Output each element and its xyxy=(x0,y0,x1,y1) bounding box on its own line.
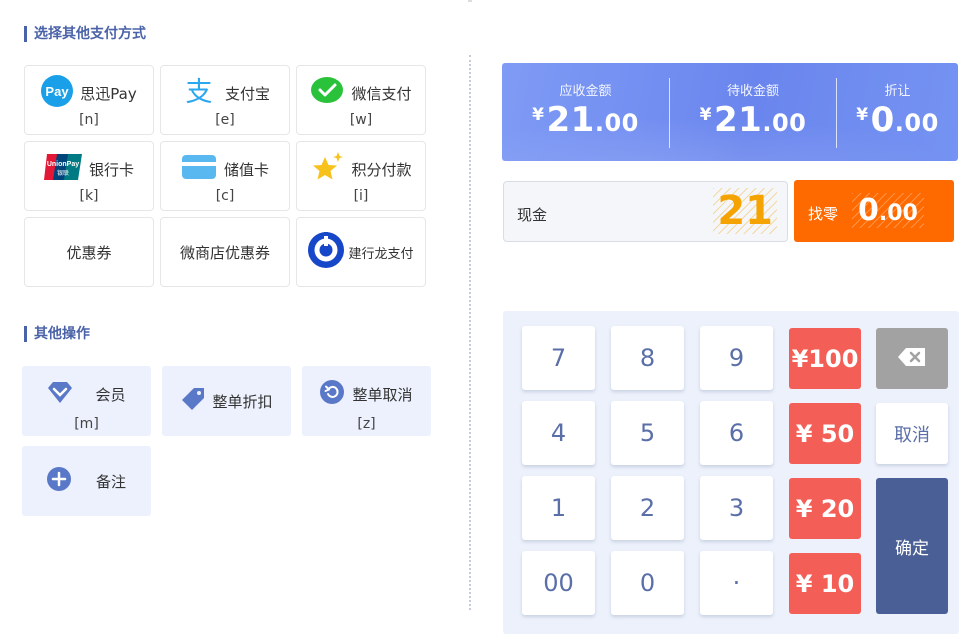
svg-text:银联: 银联 xyxy=(57,169,69,177)
receivable-value: ¥21.00 xyxy=(532,100,639,140)
pay-storedcard-button[interactable]: 储值卡 [c] xyxy=(160,141,290,211)
stored-card-icon xyxy=(181,154,217,184)
alipay-icon: 支 xyxy=(180,76,218,110)
member-diamond-icon xyxy=(47,379,73,409)
pay-bankcard-button[interactable]: UnionPay 银联 银行卡 [k] xyxy=(24,141,154,211)
svg-text:支: 支 xyxy=(185,77,212,106)
top-handle xyxy=(468,0,472,2)
cash-value: 21 xyxy=(713,188,777,234)
backspace-button[interactable] xyxy=(876,328,948,389)
cash-input[interactable]: 现金 21 xyxy=(503,181,788,242)
pending-label: 待收金额 xyxy=(726,84,779,99)
wechat-pay-icon xyxy=(310,76,344,110)
discount-tag-icon xyxy=(180,386,206,416)
whole-cancel-button[interactable]: 整单取消 [z] xyxy=(302,366,431,436)
shortcut-key: [c] xyxy=(215,188,235,204)
shortcut-key: [i] xyxy=(353,188,369,204)
sixun-pay-icon: Pay xyxy=(41,75,74,111)
pay-label: 银行卡 xyxy=(88,160,134,179)
pay-microstore-coupon-button[interactable]: 微商店优惠券 xyxy=(160,217,290,287)
pending-amount: 待收金额 ¥21.00 xyxy=(670,63,836,161)
pay-wechat-button[interactable]: 微信支付 [w] xyxy=(296,65,426,135)
key-20-yuan[interactable]: ¥ 20 xyxy=(789,478,861,539)
pay-sixun-button[interactable]: Pay 思迅Pay [n] xyxy=(24,65,154,135)
shortcut-key: [m] xyxy=(74,416,99,432)
pay-ccb-button[interactable]: 建行龙支付 xyxy=(296,217,426,287)
op-label: 整单取消 xyxy=(352,385,413,404)
pay-points-button[interactable]: 积分付款 [i] xyxy=(296,141,426,211)
key-9[interactable]: 9 xyxy=(700,326,773,390)
key-00[interactable]: 00 xyxy=(522,551,595,615)
key-6[interactable]: 6 xyxy=(700,401,773,465)
pay-label: 积分付款 xyxy=(351,160,412,179)
change-value: 0.00 xyxy=(852,193,924,228)
pay-coupon-button[interactable]: 优惠券 xyxy=(24,217,154,287)
cancel-button[interactable]: 取消 xyxy=(876,403,948,464)
pay-label: 储值卡 xyxy=(223,160,269,179)
svg-text:Pay: Pay xyxy=(46,84,70,99)
ccb-long-pay-icon xyxy=(308,232,345,272)
op-label: 会员 xyxy=(95,385,126,404)
shortcut-key: [w] xyxy=(349,112,373,128)
amount-summary: 应收金额 ¥21.00 待收金额 ¥21.00 折让 ¥0.00 xyxy=(502,63,958,161)
key-0[interactable]: 0 xyxy=(611,551,684,615)
numeric-keypad: 7 8 9 ¥100 4 5 6 ¥ 50 取消 1 2 3 ¥ 20 确定 0… xyxy=(503,311,959,634)
points-star-icon xyxy=(310,151,344,187)
whole-discount-button[interactable]: 整单折扣 xyxy=(162,366,291,436)
pay-section-title: 选择其他支付方式 xyxy=(24,26,146,42)
key-2[interactable]: 2 xyxy=(611,476,684,540)
pending-value: ¥21.00 xyxy=(699,100,807,140)
key-5[interactable]: 5 xyxy=(611,401,684,465)
pay-alipay-button[interactable]: 支 支付宝 [e] xyxy=(160,65,290,135)
key-100-yuan[interactable]: ¥100 xyxy=(789,328,861,389)
op-label: 整单折扣 xyxy=(212,392,273,411)
key-decimal-point[interactable]: · xyxy=(700,551,773,615)
ops-section-title: 其他操作 xyxy=(24,326,90,342)
receivable-amount: 应收金额 ¥21.00 xyxy=(502,63,669,161)
key-10-yuan[interactable]: ¥ 10 xyxy=(789,553,861,614)
pay-label: 支付宝 xyxy=(224,84,270,103)
key-4[interactable]: 4 xyxy=(522,401,595,465)
svg-text:UnionPay: UnionPay xyxy=(47,161,79,168)
undo-circle-icon xyxy=(320,380,345,408)
discount-value: ¥0.00 xyxy=(856,100,939,140)
operations-grid: 会员 [m] 整单折扣 整单取消 [z] 备注 xyxy=(22,366,431,516)
receivable-label: 应收金额 xyxy=(559,84,612,99)
member-button[interactable]: 会员 [m] xyxy=(22,366,151,436)
change-label: 找零 xyxy=(808,205,839,223)
pay-label: 建行龙支付 xyxy=(348,246,414,262)
shortcut-key: [n] xyxy=(79,112,99,128)
confirm-button[interactable]: 确定 xyxy=(876,478,948,614)
key-7[interactable]: 7 xyxy=(522,326,595,390)
cash-label: 现金 xyxy=(517,206,548,224)
op-label: 备注 xyxy=(95,472,126,491)
key-3[interactable]: 3 xyxy=(700,476,773,540)
plus-circle-icon xyxy=(46,467,71,495)
backspace-icon xyxy=(897,345,927,373)
change-display: 找零 0.00 xyxy=(794,180,954,242)
pay-label: 微信支付 xyxy=(351,84,412,103)
discount-amount: 折让 ¥0.00 xyxy=(837,63,958,161)
unionpay-icon: UnionPay 银联 xyxy=(43,154,82,184)
pay-methods-grid: Pay 思迅Pay [n] 支 支付宝 [e] 微信支付 [w] UnionPa… xyxy=(24,65,426,287)
key-8[interactable]: 8 xyxy=(611,326,684,390)
key-1[interactable]: 1 xyxy=(522,476,595,540)
shortcut-key: [k] xyxy=(79,188,99,204)
shortcut-key: [z] xyxy=(357,416,376,432)
pay-label: 微商店优惠券 xyxy=(179,243,270,262)
discount-label: 折让 xyxy=(884,84,911,99)
shortcut-key: [e] xyxy=(215,112,235,128)
key-50-yuan[interactable]: ¥ 50 xyxy=(789,403,861,464)
pay-label: 思迅Pay xyxy=(80,84,137,103)
pay-label: 优惠券 xyxy=(66,243,112,262)
remark-button[interactable]: 备注 xyxy=(22,446,151,516)
panel-divider xyxy=(469,55,471,610)
